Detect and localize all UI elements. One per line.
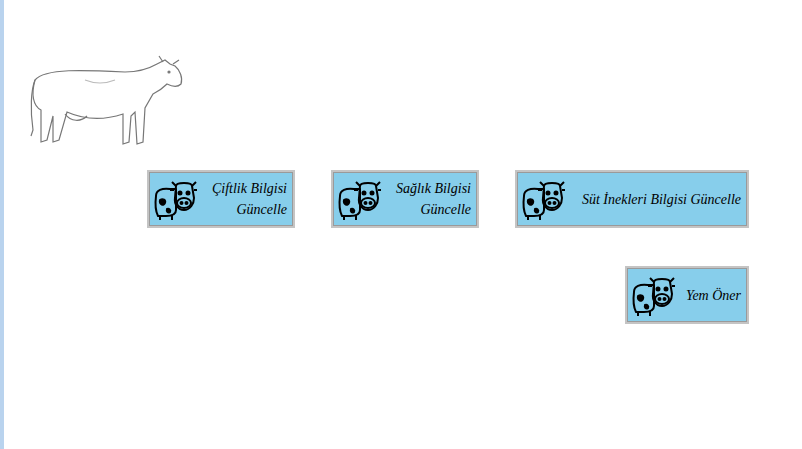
button-area: Çiftlik Bilgisi Güncelle Sağlık Bilgisi G… <box>147 170 749 324</box>
button-label: Yem Öner <box>680 285 741 306</box>
cow-icon <box>152 176 198 222</box>
button-label: Süt İnekleri Bilgisi Güncelle <box>570 189 741 210</box>
cow-icon <box>336 176 382 222</box>
action-button[interactable]: Çiftlik Bilgisi Güncelle <box>147 170 295 228</box>
button-label: Sağlık Bilgisi Güncelle <box>386 178 471 220</box>
action-button[interactable]: Yem Öner <box>625 266 749 324</box>
page: Çiftlik Bilgisi Güncelle Sağlık Bilgisi G… <box>0 0 802 449</box>
cow-icon <box>630 272 676 318</box>
cow-sketch-icon <box>25 50 185 150</box>
action-button[interactable]: Süt İnekleri Bilgisi Güncelle <box>515 170 749 228</box>
cow-icon <box>520 176 566 222</box>
button-row: Yem Öner <box>147 266 749 324</box>
button-label: Çiftlik Bilgisi Güncelle <box>202 178 287 220</box>
action-button[interactable]: Sağlık Bilgisi Güncelle <box>331 170 479 228</box>
button-row: Çiftlik Bilgisi Güncelle Sağlık Bilgisi G… <box>147 170 749 228</box>
